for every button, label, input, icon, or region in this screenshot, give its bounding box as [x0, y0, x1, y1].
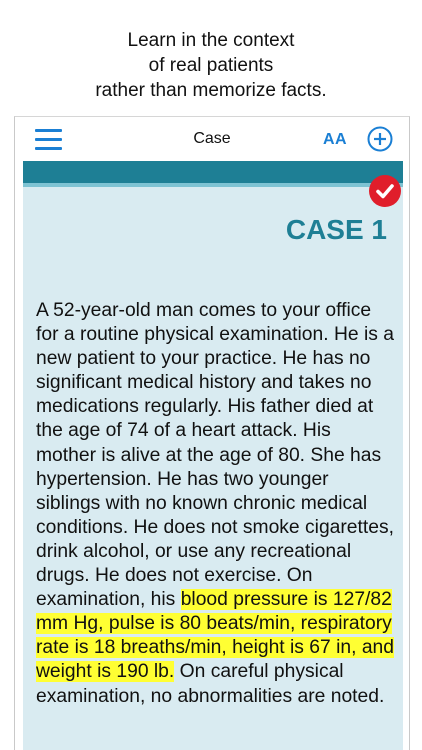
case-narrative: A 52-year-old man comes to your office f… [36, 299, 396, 709]
completed-check-button[interactable] [369, 175, 401, 207]
page-title: Case [193, 130, 231, 147]
case-header-divider [23, 183, 403, 187]
promo-line-3: rather than memorize facts. [95, 80, 327, 101]
case-title: CASE 1 [285, 214, 387, 245]
plus-circle-icon [367, 126, 393, 152]
promo-caption: Learn in the context of real patients ra… [0, 0, 422, 116]
case-header-bar [23, 161, 403, 183]
promo-line-2: of real patients [148, 55, 274, 76]
hamburger-menu-icon[interactable] [35, 129, 62, 151]
promo-line-1: Learn in the context [127, 30, 295, 51]
app-screen: Case AA CASE 1 A 52-year-old man comes t… [14, 116, 410, 750]
checkmark-badge-icon [376, 184, 394, 199]
add-button[interactable] [367, 126, 393, 152]
font-size-button[interactable]: AA [323, 131, 347, 149]
case-content[interactable]: CASE 1 A 52-year-old man comes to your o… [23, 161, 403, 750]
case-text-part-1: A 52-year-old man comes to your office f… [36, 300, 394, 611]
navigation-bar: Case AA [15, 117, 409, 161]
